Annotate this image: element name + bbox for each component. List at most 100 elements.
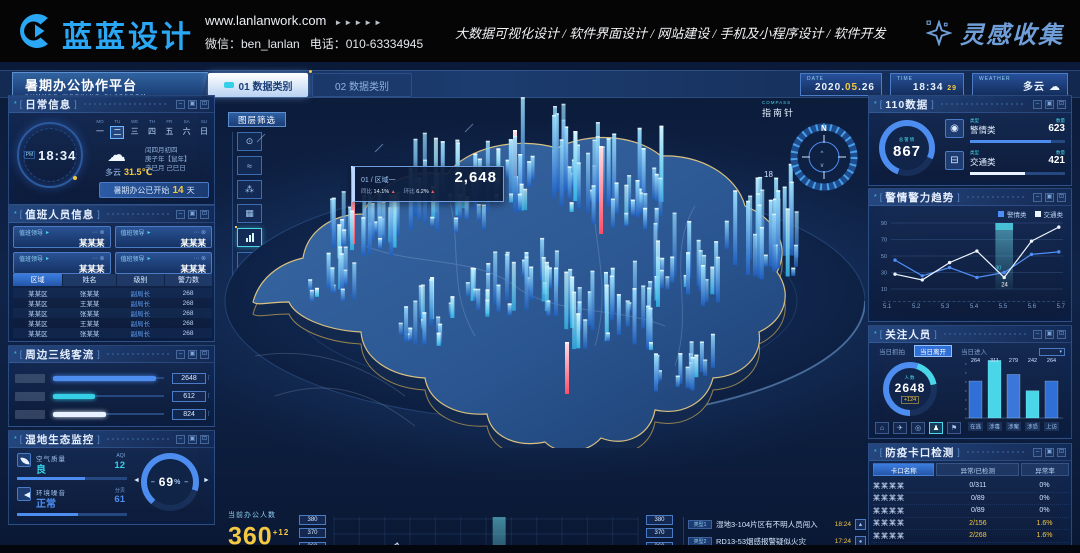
data-point bbox=[948, 266, 951, 269]
focus-bar bbox=[1026, 391, 1039, 418]
map-bar bbox=[477, 204, 481, 220]
map-bar-cap bbox=[310, 290, 314, 292]
map-bar bbox=[509, 139, 513, 199]
duty-card[interactable]: 值班领导▸⋯ ⊗某某某 bbox=[115, 226, 213, 248]
home-icon[interactable]: ⌂ bbox=[875, 422, 889, 434]
duty-card[interactable]: 值班领导▸⋯ ⊗某某某 bbox=[115, 252, 213, 274]
checkpoint-header-cell[interactable]: 卡口名称 bbox=[873, 463, 934, 476]
duty-card[interactable]: 值班领导▸⋯ ⊗某某某 bbox=[13, 226, 111, 248]
map-bar bbox=[389, 195, 393, 256]
map-bar-cap bbox=[626, 300, 630, 302]
site-header: 蓝蓝设计 www.lanlanwork.com►►►►► 微信：ben_lanl… bbox=[0, 0, 1080, 62]
expand-icon[interactable]: ⊡ bbox=[1057, 100, 1066, 109]
table-cell: 某某区 bbox=[13, 338, 63, 340]
weekday-item[interactable]: TH四 bbox=[145, 119, 159, 139]
expand-icon[interactable]: ⊡ bbox=[1057, 330, 1066, 339]
plane-icon[interactable]: ✈ bbox=[893, 422, 907, 434]
map-bar-cap bbox=[795, 211, 799, 213]
y-tick-label: 30 bbox=[881, 271, 887, 277]
map-bar-cap bbox=[753, 234, 757, 236]
weekday-item[interactable]: MO一 bbox=[93, 119, 107, 139]
expand-icon[interactable]: ⊡ bbox=[200, 435, 209, 444]
map-bar bbox=[378, 238, 382, 249]
weekday-item[interactable]: WE三 bbox=[128, 119, 142, 139]
panel-header: *[周边三线客流]–▣⊡ bbox=[9, 346, 214, 363]
minimize-icon[interactable]: – bbox=[1033, 448, 1042, 457]
expand-icon[interactable]: ⊡ bbox=[1057, 193, 1066, 202]
flow-value: 612 bbox=[172, 391, 206, 402]
window-icon[interactable]: ▣ bbox=[1045, 193, 1054, 202]
weekday-item[interactable]: FR五 bbox=[162, 119, 176, 139]
tab-data-category-2[interactable]: 02 数据类别 bbox=[312, 73, 412, 97]
duty-card[interactable]: 值班领导▸⋯ ⊗某某某 bbox=[13, 252, 111, 274]
window-icon[interactable]: ▣ bbox=[188, 210, 197, 219]
minimize-icon[interactable]: – bbox=[176, 350, 185, 359]
weekday-item[interactable]: SA六 bbox=[180, 119, 194, 139]
flag-icon[interactable]: ⚑ bbox=[947, 422, 961, 434]
window-icon[interactable]: ▣ bbox=[1045, 100, 1054, 109]
map-bar bbox=[631, 200, 635, 216]
expand-icon[interactable]: ⊡ bbox=[1057, 448, 1066, 457]
alert-row[interactable]: 类型1湿地3-104片区有不明人员闯入18:24▲ bbox=[688, 517, 866, 531]
target-icon[interactable]: ◎ bbox=[911, 422, 925, 434]
minimize-icon[interactable]: – bbox=[1033, 100, 1042, 109]
map-bar-cap bbox=[340, 219, 344, 221]
focus-tab[interactable]: 当日抓拍 bbox=[873, 345, 911, 357]
window-icon[interactable]: ▣ bbox=[1045, 448, 1054, 457]
table-cell: 张某某 bbox=[63, 328, 117, 338]
card-menu-icon[interactable]: ⋯ ⊗ bbox=[193, 255, 206, 262]
gauge-left-arrow[interactable]: ◄ bbox=[133, 477, 140, 484]
checkpoint-header-cell[interactable]: 异常率 bbox=[1021, 463, 1069, 476]
map-bar-cap bbox=[654, 353, 658, 355]
focus-bar-chart: 264在逃311涉毒279涉案242涉恐264上访 bbox=[961, 356, 1067, 436]
count-value: 421 bbox=[1048, 155, 1065, 166]
map-bar-cap bbox=[756, 193, 760, 195]
dropdown-chip[interactable]: ▾ bbox=[1039, 348, 1065, 356]
bar-category-label: 涉案 bbox=[1008, 423, 1020, 431]
minimize-icon[interactable]: – bbox=[176, 100, 185, 109]
map-bar-cap bbox=[413, 139, 417, 141]
minimize-icon[interactable]: – bbox=[176, 435, 185, 444]
map-bar bbox=[330, 267, 334, 293]
weekday-item[interactable]: TU二 bbox=[110, 119, 124, 139]
focus-tab[interactable]: 当日离开 bbox=[914, 345, 952, 357]
map-bar bbox=[658, 178, 662, 216]
map-bar bbox=[686, 252, 690, 294]
map-bar-cap bbox=[486, 273, 490, 275]
data-point bbox=[1030, 253, 1033, 256]
website-url[interactable]: www.lanlanwork.com►►►►► bbox=[205, 13, 384, 28]
map-bar bbox=[710, 267, 714, 295]
checkpoint-name: 某某某某 bbox=[873, 506, 936, 516]
gauge-right-arrow[interactable]: ► bbox=[203, 477, 210, 484]
map-bar bbox=[429, 279, 433, 326]
weekday-item[interactable]: SU日 bbox=[197, 119, 211, 139]
compass-dial[interactable]: N 18 ^ v bbox=[762, 121, 866, 195]
table-cell: 副局长 bbox=[116, 288, 164, 298]
card-menu-icon[interactable]: ⋯ ⊗ bbox=[193, 229, 206, 236]
window-icon[interactable]: ▣ bbox=[1045, 330, 1054, 339]
map-bar bbox=[583, 319, 587, 348]
data-point bbox=[921, 278, 924, 281]
expand-icon[interactable]: ⊡ bbox=[200, 100, 209, 109]
expand-icon[interactable]: ⊡ bbox=[200, 210, 209, 219]
card-menu-icon[interactable]: ⋯ ⊗ bbox=[92, 229, 105, 236]
panel-duty-personnel: *[值班人员信息]–▣⊡ 值班领导▸⋯ ⊗某某某值班领导▸⋯ ⊗某某某值班领导▸… bbox=[8, 205, 215, 342]
window-icon[interactable]: ▣ bbox=[188, 435, 197, 444]
checkpoint-ratio: 2/156 bbox=[936, 520, 1020, 527]
data-point bbox=[1003, 271, 1006, 274]
minimize-icon[interactable]: – bbox=[176, 210, 185, 219]
window-icon[interactable]: ▣ bbox=[188, 350, 197, 359]
scroll-up-button[interactable]: ▲ bbox=[855, 519, 866, 530]
window-icon[interactable]: ▣ bbox=[188, 100, 197, 109]
expand-icon[interactable]: ⊡ bbox=[200, 350, 209, 359]
minimize-icon[interactable]: – bbox=[1033, 193, 1042, 202]
card-menu-icon[interactable]: ⋯ ⊗ bbox=[92, 255, 105, 262]
tab-data-category-1[interactable]: 01 数据类别 bbox=[208, 73, 308, 97]
map-bar-cap bbox=[438, 324, 442, 326]
map-bar-cap bbox=[714, 241, 718, 243]
person-icon[interactable]: ♟ bbox=[929, 422, 943, 434]
minimize-icon[interactable]: – bbox=[1033, 330, 1042, 339]
compass[interactable]: COMPASS 指南针 N 18 ^ v bbox=[762, 100, 866, 188]
map-bar-cap bbox=[764, 255, 768, 256]
checkpoint-header-cell[interactable]: 异常/已检测 bbox=[936, 463, 1019, 476]
